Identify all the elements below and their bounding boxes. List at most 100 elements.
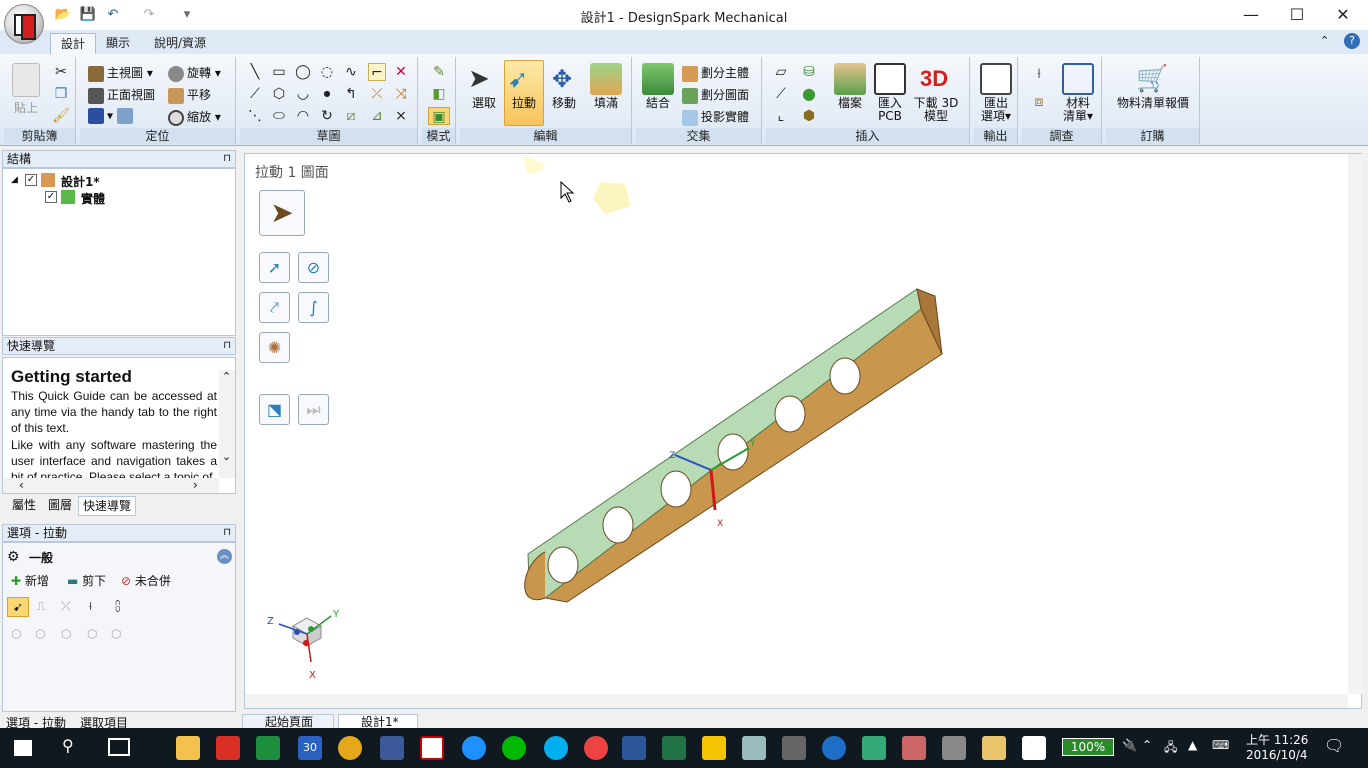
scroll-left-icon[interactable]: ‹	[19, 478, 24, 492]
skype-icon[interactable]	[544, 736, 568, 760]
corner-icon[interactable]: ⌐	[368, 63, 386, 81]
view-cube-button[interactable]: ▾	[88, 108, 136, 124]
tree-child-label[interactable]: 實體	[81, 190, 105, 207]
file-icon[interactable]	[834, 63, 866, 95]
export-icon[interactable]	[980, 63, 1012, 95]
google-drive-tray-icon[interactable]: ▲	[1188, 738, 1197, 752]
bom-button[interactable]: 材料 清單▾	[1048, 97, 1108, 123]
keyboard-icon[interactable]: ⌨	[1212, 738, 1229, 752]
draft-icon[interactable]: ⟊	[89, 599, 92, 614]
ellipse-icon[interactable]: ⬭	[270, 107, 288, 125]
pin-icon[interactable]: ⊓	[223, 151, 231, 167]
plane-icon[interactable]: ▱	[772, 63, 790, 81]
sphere-icon[interactable]: ●	[800, 85, 818, 103]
search-icon[interactable]: ⚲	[62, 736, 74, 755]
revolve-icon[interactable]: ⎍	[37, 599, 45, 614]
power-icon[interactable]: 🔌	[1122, 738, 1137, 752]
option-icon-2[interactable]: ⬡	[35, 627, 45, 641]
facebook-icon[interactable]	[380, 736, 404, 760]
clock-time[interactable]: 上午 11:26	[1246, 731, 1308, 748]
folder-icon[interactable]	[982, 736, 1006, 760]
zoom-button[interactable]: 縮放 ▾	[168, 108, 221, 126]
designspark-taskbar-icon[interactable]	[420, 736, 444, 760]
sweep-arc-icon[interactable]: ↻	[318, 107, 336, 125]
collapse-icon[interactable]: ︽	[217, 549, 232, 564]
edge-icon[interactable]	[462, 736, 486, 760]
pin-icon[interactable]: ⊓	[223, 525, 231, 541]
minimize-button[interactable]: —	[1228, 0, 1274, 30]
project-sketch-icon[interactable]: ⧄	[342, 107, 360, 125]
point-icon[interactable]: ●	[318, 85, 336, 103]
shell-icon[interactable]: ⬢	[800, 107, 818, 125]
sweep-icon[interactable]: ⤫	[61, 599, 71, 614]
tips-icon[interactable]	[702, 736, 726, 760]
circle-icon[interactable]: ◯	[294, 63, 312, 81]
expand-icon[interactable]: ◢	[11, 175, 18, 185]
word-icon[interactable]	[622, 736, 646, 760]
tab-quick-guide[interactable]: 快速導覽	[78, 496, 137, 516]
download-3d-button[interactable]: 下載 3D 模型	[906, 97, 966, 123]
tangent-arc-icon[interactable]: ◠	[294, 107, 312, 125]
battery-indicator[interactable]: 100%	[1062, 738, 1114, 756]
construction-line-icon[interactable]: ⋱	[246, 107, 264, 125]
paste-button[interactable]: 貼上	[14, 99, 38, 116]
misc-app-icon[interactable]	[942, 736, 966, 760]
notifications-icon[interactable]: 🗨	[1324, 736, 1344, 755]
app-icon[interactable]	[584, 736, 608, 760]
fill-button[interactable]: 填滿	[576, 97, 636, 110]
tangent-line-icon[interactable]: ⟋	[246, 85, 264, 103]
select-icon[interactable]: ➤	[468, 63, 500, 95]
drive-icon[interactable]	[256, 736, 280, 760]
cut-option[interactable]: ▬ 剪下	[67, 572, 106, 589]
maximize-button[interactable]: ☐	[1274, 0, 1320, 30]
app-logo[interactable]	[4, 4, 44, 44]
mass-icon[interactable]: ⧈	[1030, 93, 1048, 111]
tab-properties[interactable]: 屬性	[8, 496, 40, 516]
split-line-icon[interactable]: ⨯	[392, 107, 410, 125]
rectangle-icon[interactable]: ▭	[270, 63, 288, 81]
fill-icon[interactable]	[590, 63, 622, 95]
pull-icon[interactable]: ➹	[508, 63, 540, 95]
format-painter-icon[interactable]: 🖌	[52, 107, 70, 125]
trim-icon[interactable]: ✕	[392, 63, 410, 81]
rm-icon[interactable]	[782, 736, 806, 760]
arc-icon[interactable]: ◡	[294, 85, 312, 103]
combine-icon[interactable]	[642, 63, 674, 95]
clock-date[interactable]: 2016/10/4	[1246, 748, 1308, 762]
option-icon-3[interactable]: ⬡	[61, 627, 71, 641]
sheet-icon[interactable]	[862, 736, 886, 760]
measure-icon[interactable]: ⟊	[1030, 65, 1048, 83]
excel-icon[interactable]	[662, 736, 686, 760]
cart-icon[interactable]: 🛒	[1136, 63, 1168, 95]
offset-icon[interactable]: ⤫	[368, 85, 386, 103]
tab-help[interactable]: 說明/資源	[144, 33, 216, 54]
root-checkbox[interactable]: ✓	[25, 174, 37, 186]
bom-quote-button[interactable]: 物料清單報價	[1108, 97, 1198, 110]
blend-icon[interactable]: ⩉	[115, 599, 120, 614]
start-icon[interactable]	[14, 740, 32, 756]
mirror-icon[interactable]: ⊿	[368, 107, 386, 125]
project-button[interactable]: 投影實體	[682, 108, 749, 126]
split-face-button[interactable]: 劃分圖面	[682, 86, 749, 104]
option-icon-4[interactable]: ⬡	[87, 627, 97, 641]
file-explorer-icon[interactable]	[176, 736, 200, 760]
extend-icon[interactable]: ⤨	[392, 85, 410, 103]
photos-icon[interactable]	[1022, 736, 1046, 760]
tab-display[interactable]: 顯示	[96, 33, 140, 54]
line-icon[interactable]: ╲	[246, 63, 264, 81]
front-view-button[interactable]: 正面視圖	[88, 86, 155, 104]
chrome-icon[interactable]	[338, 736, 362, 760]
viewport-hscroll[interactable]	[245, 694, 1348, 708]
polygon-icon[interactable]: ⬡	[270, 85, 288, 103]
network-icon[interactable]: 🖧	[1164, 738, 1177, 759]
help-icon[interactable]: ?	[1344, 33, 1360, 49]
scroll-right-icon[interactable]: ›	[193, 478, 198, 492]
import-pcb-icon[interactable]	[874, 63, 906, 95]
section-mode-icon[interactable]: ◧	[430, 85, 448, 103]
scroll-down-icon[interactable]: ⌄	[222, 450, 231, 463]
combine-button[interactable]: 結合	[628, 97, 688, 110]
origin-icon[interactable]: ⌞	[772, 107, 790, 125]
sketch-mode-icon[interactable]: ✎	[430, 63, 448, 81]
tree-root-label[interactable]: 設計1*	[61, 173, 100, 190]
rotate-button[interactable]: 旋轉 ▾	[168, 64, 221, 82]
